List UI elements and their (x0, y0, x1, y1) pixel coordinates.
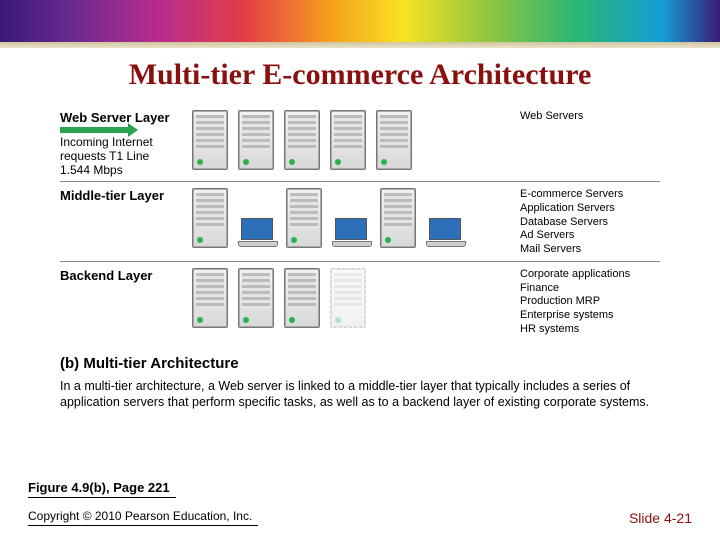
mid-right-l4: Ad Servers (520, 229, 660, 243)
server-icon (376, 110, 412, 170)
back-right-l3: Production MRP (520, 295, 660, 309)
back-right-l4: Enterprise systems (520, 309, 660, 323)
inflow-line1: Incoming Internet (60, 135, 192, 149)
server-icon (330, 110, 366, 170)
accent-bar (0, 0, 720, 42)
back-right-l1: Corporate applications (520, 268, 660, 282)
layer-back: Backend Layer Corporate applications Fin… (60, 261, 660, 341)
mid-right-l1: E-commerce Servers (520, 188, 660, 202)
layer-back-name: Backend Layer (60, 268, 192, 283)
layer-web-servers (192, 110, 516, 170)
laptop-icon (426, 218, 464, 244)
server-icon-ghost (330, 268, 366, 328)
layer-back-right: Corporate applications Finance Productio… (516, 268, 660, 337)
server-icon (380, 188, 416, 248)
server-icon (238, 268, 274, 328)
server-icon (284, 268, 320, 328)
layer-mid-name: Middle-tier Layer (60, 188, 192, 203)
inflow-line2: requests T1 Line (60, 149, 192, 163)
arch-desc: In a multi-tier architecture, a Web serv… (60, 378, 660, 412)
mid-right-l5: Mail Servers (520, 243, 660, 257)
copyright: Copyright © 2010 Pearson Education, Inc. (28, 509, 258, 526)
layer-web: Web Server Layer Incoming Internet reque… (60, 104, 660, 181)
back-right-l2: Finance (520, 282, 660, 296)
server-icon (192, 268, 228, 328)
inflow-arrow-row (60, 127, 192, 133)
layer-back-servers (192, 268, 516, 328)
arch-label: (b) Multi-tier Architecture (60, 355, 660, 372)
figure-reference: Figure 4.9(b), Page 221 (28, 480, 176, 498)
arrow-icon (60, 127, 130, 133)
layer-web-left: Web Server Layer Incoming Internet reque… (60, 110, 192, 177)
inflow-line3: 1.544 Mbps (60, 163, 192, 177)
slide-title: Multi-tier E-commerce Architecture (0, 58, 720, 92)
layer-web-name: Web Server Layer (60, 110, 192, 125)
layer-back-left: Backend Layer (60, 268, 192, 285)
laptop-icon (332, 218, 370, 244)
server-icon (284, 110, 320, 170)
server-icon (192, 188, 228, 248)
layer-mid-right: E-commerce Servers Application Servers D… (516, 188, 660, 257)
slide-number: Slide 4-21 (629, 510, 692, 526)
mid-right-l3: Database Servers (520, 216, 660, 230)
server-icon (238, 110, 274, 170)
layer-web-right: Web Servers (516, 110, 660, 124)
server-icon (192, 110, 228, 170)
accent-stripe (0, 42, 720, 48)
laptop-icon (238, 218, 276, 244)
web-right-label: Web Servers (520, 110, 660, 124)
slide: Multi-tier E-commerce Architecture Web S… (0, 0, 720, 540)
figure: Web Server Layer Incoming Internet reque… (60, 104, 660, 411)
server-icon (286, 188, 322, 248)
back-right-l5: HR systems (520, 323, 660, 337)
caption-block: (b) Multi-tier Architecture In a multi-t… (60, 355, 660, 412)
mid-right-l2: Application Servers (520, 202, 660, 216)
layer-mid-servers (192, 188, 516, 248)
layer-mid: Middle-tier Layer E-commerce Servers App… (60, 181, 660, 261)
layer-mid-left: Middle-tier Layer (60, 188, 192, 205)
